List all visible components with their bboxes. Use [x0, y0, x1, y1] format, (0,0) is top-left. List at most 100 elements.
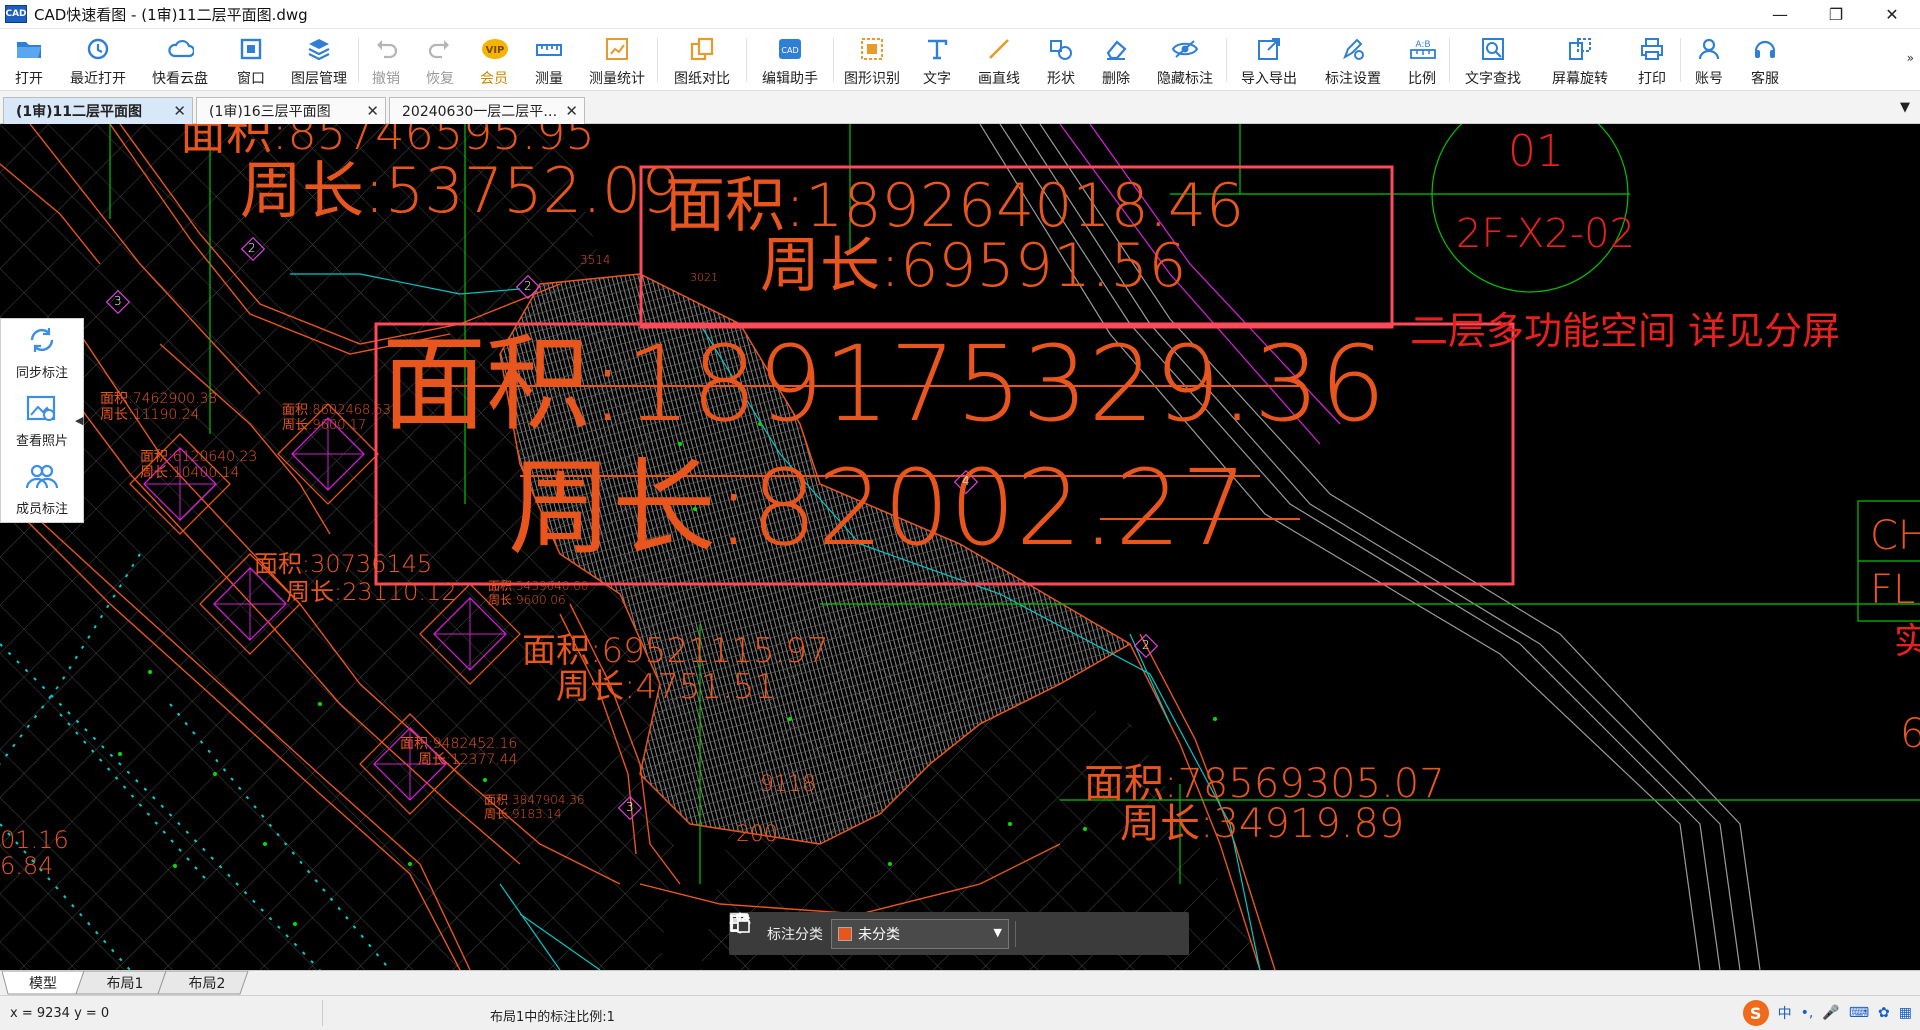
toolbar-overflow-button[interactable]: » — [1907, 51, 1914, 65]
annotation-settings-button[interactable]: 标注设置 — [1311, 29, 1395, 91]
eraser-icon — [1102, 35, 1130, 63]
import-export-button[interactable]: 导入导出 — [1227, 29, 1311, 91]
cad-text-edge: 01.16 — [0, 826, 69, 854]
annotation-float-toolbar: 标注分类 未分类 ▼ — [729, 912, 1189, 955]
chevron-down-icon: ▼ — [993, 925, 1002, 939]
shape-button[interactable]: 形状 — [1034, 29, 1088, 91]
panel-collapse-icon[interactable]: ◀ — [75, 414, 83, 427]
cad-text-area: 面积:5439640.00 — [488, 579, 589, 593]
paste-icon[interactable] — [731, 912, 1166, 955]
draw-line-button[interactable]: 画直线 — [964, 29, 1034, 91]
cad-text-edge: 实 — [1894, 621, 1920, 662]
window-icon — [237, 35, 265, 63]
ime-skin-icon[interactable]: ✿ — [1878, 1005, 1890, 1021]
cad-text-perimeter: 周长:4751.51 — [556, 667, 777, 707]
restore-button[interactable]: ❐ — [1808, 0, 1864, 29]
window-controls: — ❐ ✕ — [1752, 0, 1920, 29]
cad-text-perimeter: 周长:23110.12 — [286, 578, 457, 606]
cad-text-perimeter: 周长:53752.09 — [240, 154, 681, 227]
edit-annotation-icon[interactable] — [730, 912, 1058, 955]
svg-text:A:B: A:B — [1415, 40, 1430, 50]
minimize-button[interactable]: — — [1752, 0, 1808, 29]
side-tool-panel: 同步标注 查看照片 成员标注 ◀ — [0, 318, 84, 523]
hide-eye-icon — [1171, 35, 1199, 63]
measure-button[interactable]: 测量 — [521, 29, 577, 91]
text-search-button[interactable]: 文字查找 — [1450, 29, 1536, 91]
copy-icon[interactable] — [731, 912, 1130, 955]
cad-text-dimension: 3021 — [690, 271, 718, 284]
cad-text-dimension: 3514 — [580, 253, 611, 267]
edit-helper-button[interactable]: CAD 编辑助手 — [747, 29, 833, 91]
text-button[interactable]: 文字 — [910, 29, 964, 91]
undo-button[interactable]: 撤销 — [359, 29, 413, 91]
cad-text-circle-code: 2F-X2-02 — [1456, 211, 1636, 257]
delete-button[interactable]: 删除 — [1088, 29, 1144, 91]
cad-text-area-selected: 面积:189264018.46 — [665, 171, 1245, 241]
cad-text-area: 面积:3847904.36 — [484, 793, 585, 807]
tab-layout-2[interactable]: 布局2 — [172, 972, 242, 994]
member-annotation-button[interactable]: 成员标注 — [1, 455, 83, 523]
ime-keyboard-icon[interactable]: ⌨ — [1849, 1005, 1869, 1021]
cad-text-edge: 6.84 — [0, 852, 54, 880]
vip-button[interactable]: VIP 会员 — [467, 29, 521, 91]
tab-doc-2[interactable]: (1审)16三层平面图 ✕ — [196, 97, 386, 124]
customer-service-button[interactable]: 客服 — [1737, 29, 1793, 91]
text-search-icon — [1479, 35, 1507, 63]
cad-text-edge: 6 — [1900, 711, 1920, 757]
tab-close-icon[interactable]: ✕ — [173, 102, 186, 120]
shape-recognize-button[interactable]: 图形识别 — [834, 29, 910, 91]
category-selected-value: 未分类 — [858, 926, 900, 943]
move-icon[interactable] — [729, 912, 1094, 955]
ime-microphone-icon[interactable]: 🎤 — [1822, 1005, 1839, 1021]
cad-drawing-canvas[interactable]: 面积:85746595.95 周长:53752.09 面积:189264018.… — [0, 124, 1920, 970]
ime-logo-icon[interactable]: S — [1742, 1000, 1769, 1026]
import-export-icon — [1255, 35, 1283, 63]
window-button[interactable]: 窗口 — [222, 29, 280, 91]
shape-recognize-icon — [858, 35, 886, 63]
ime-punctuation-icon[interactable]: •, — [1801, 1005, 1814, 1021]
cad-text-perimeter: 周长:10400.14 — [140, 465, 240, 481]
recent-open-button[interactable]: 最近打开 — [58, 29, 138, 91]
hide-annotation-button[interactable]: 隐藏标注 — [1144, 29, 1226, 91]
ime-language-toggle[interactable]: 中 — [1778, 1003, 1792, 1023]
status-divider — [322, 1000, 323, 1026]
cad-text-circle-number: 01 — [1508, 126, 1564, 177]
tab-doc-3[interactable]: 20240630一层二层平… ✕ — [389, 97, 585, 124]
ime-menu-icon[interactable]: ▦ — [1899, 1005, 1912, 1021]
cad-marker-number: 4 — [962, 474, 970, 488]
scale-button[interactable]: A:B 比例 — [1395, 29, 1449, 91]
tab-model[interactable]: 模型 — [8, 972, 78, 994]
app-logo: CAD — [5, 5, 27, 23]
tab-layout-1[interactable]: 布局1 — [90, 972, 160, 994]
open-button[interactable]: 打开 — [0, 29, 58, 91]
redo-button[interactable]: 恢复 — [413, 29, 467, 91]
screen-rotate-button[interactable]: 屏幕旋转 — [1536, 29, 1624, 91]
tab-close-icon[interactable]: ✕ — [366, 102, 379, 120]
cad-marker-number: 3 — [114, 294, 122, 308]
category-select[interactable]: 未分类 ▼ — [831, 918, 1009, 949]
tab-close-icon[interactable]: ✕ — [565, 102, 578, 120]
measure-stats-button[interactable]: 测量统计 — [577, 29, 657, 91]
layer-manager-button[interactable]: 图层管理 — [280, 29, 358, 91]
cad-text-perimeter: 周长:34919.89 — [1120, 801, 1405, 847]
tab-list-dropdown-icon[interactable]: ▼ — [1900, 100, 1910, 115]
tab-doc-1[interactable]: (1审)11二层平面图 ✕ — [3, 97, 193, 124]
close-button[interactable]: ✕ — [1864, 0, 1920, 29]
cloud-drive-button[interactable]: 快看云盘 — [138, 29, 222, 91]
cad-marker-number: 2 — [1142, 638, 1150, 652]
cad-text-area-large: 面积:189175329.36 — [382, 323, 1386, 445]
scale-icon: A:B — [1408, 35, 1436, 63]
edit-helper-icon: CAD — [776, 35, 804, 63]
cad-text-perimeter-large: 周长:82002.27 — [508, 447, 1248, 569]
sync-annotation-button[interactable]: 同步标注 — [1, 319, 83, 387]
category-label: 标注分类 — [767, 926, 823, 943]
sync-icon — [26, 325, 58, 359]
cad-text-area: 面积:9482452.16 — [400, 736, 518, 752]
account-button[interactable]: 账号 — [1681, 29, 1737, 91]
drawing-compare-button[interactable]: 图纸对比 — [658, 29, 746, 91]
user-icon — [1695, 35, 1723, 63]
cad-text-dimension: 9118 — [760, 772, 816, 797]
history-icon — [84, 35, 112, 63]
print-button[interactable]: 打印 — [1624, 29, 1680, 91]
view-photos-button[interactable]: 查看照片 — [1, 387, 83, 455]
